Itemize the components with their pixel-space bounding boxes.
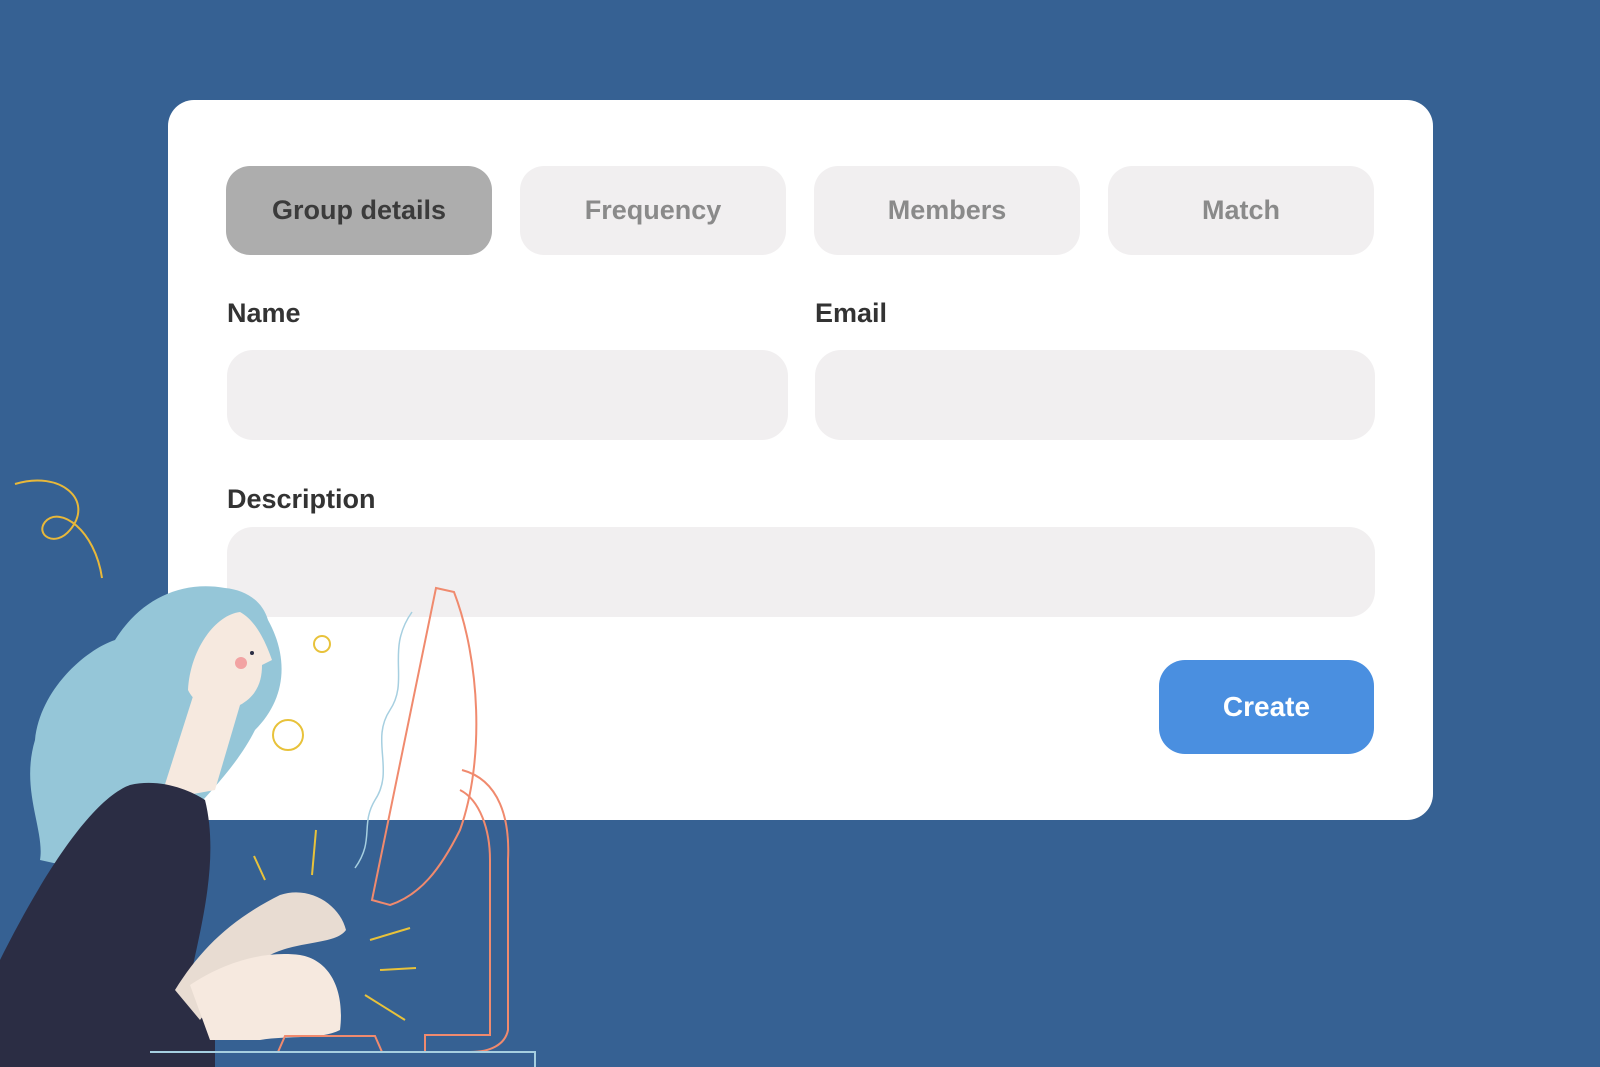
name-field[interactable] xyxy=(227,350,788,440)
email-label: Email xyxy=(815,298,888,328)
create-button[interactable]: Create xyxy=(1159,660,1374,754)
woman-at-computer-illustration xyxy=(0,479,536,1067)
name-label: Name xyxy=(227,298,301,328)
tab-group-details[interactable]: Group details xyxy=(226,166,492,255)
tab-frequency[interactable]: Frequency xyxy=(520,166,786,255)
email-field[interactable] xyxy=(815,350,1375,440)
tab-match[interactable]: Match xyxy=(1108,166,1374,255)
tab-members[interactable]: Members xyxy=(814,166,1080,255)
